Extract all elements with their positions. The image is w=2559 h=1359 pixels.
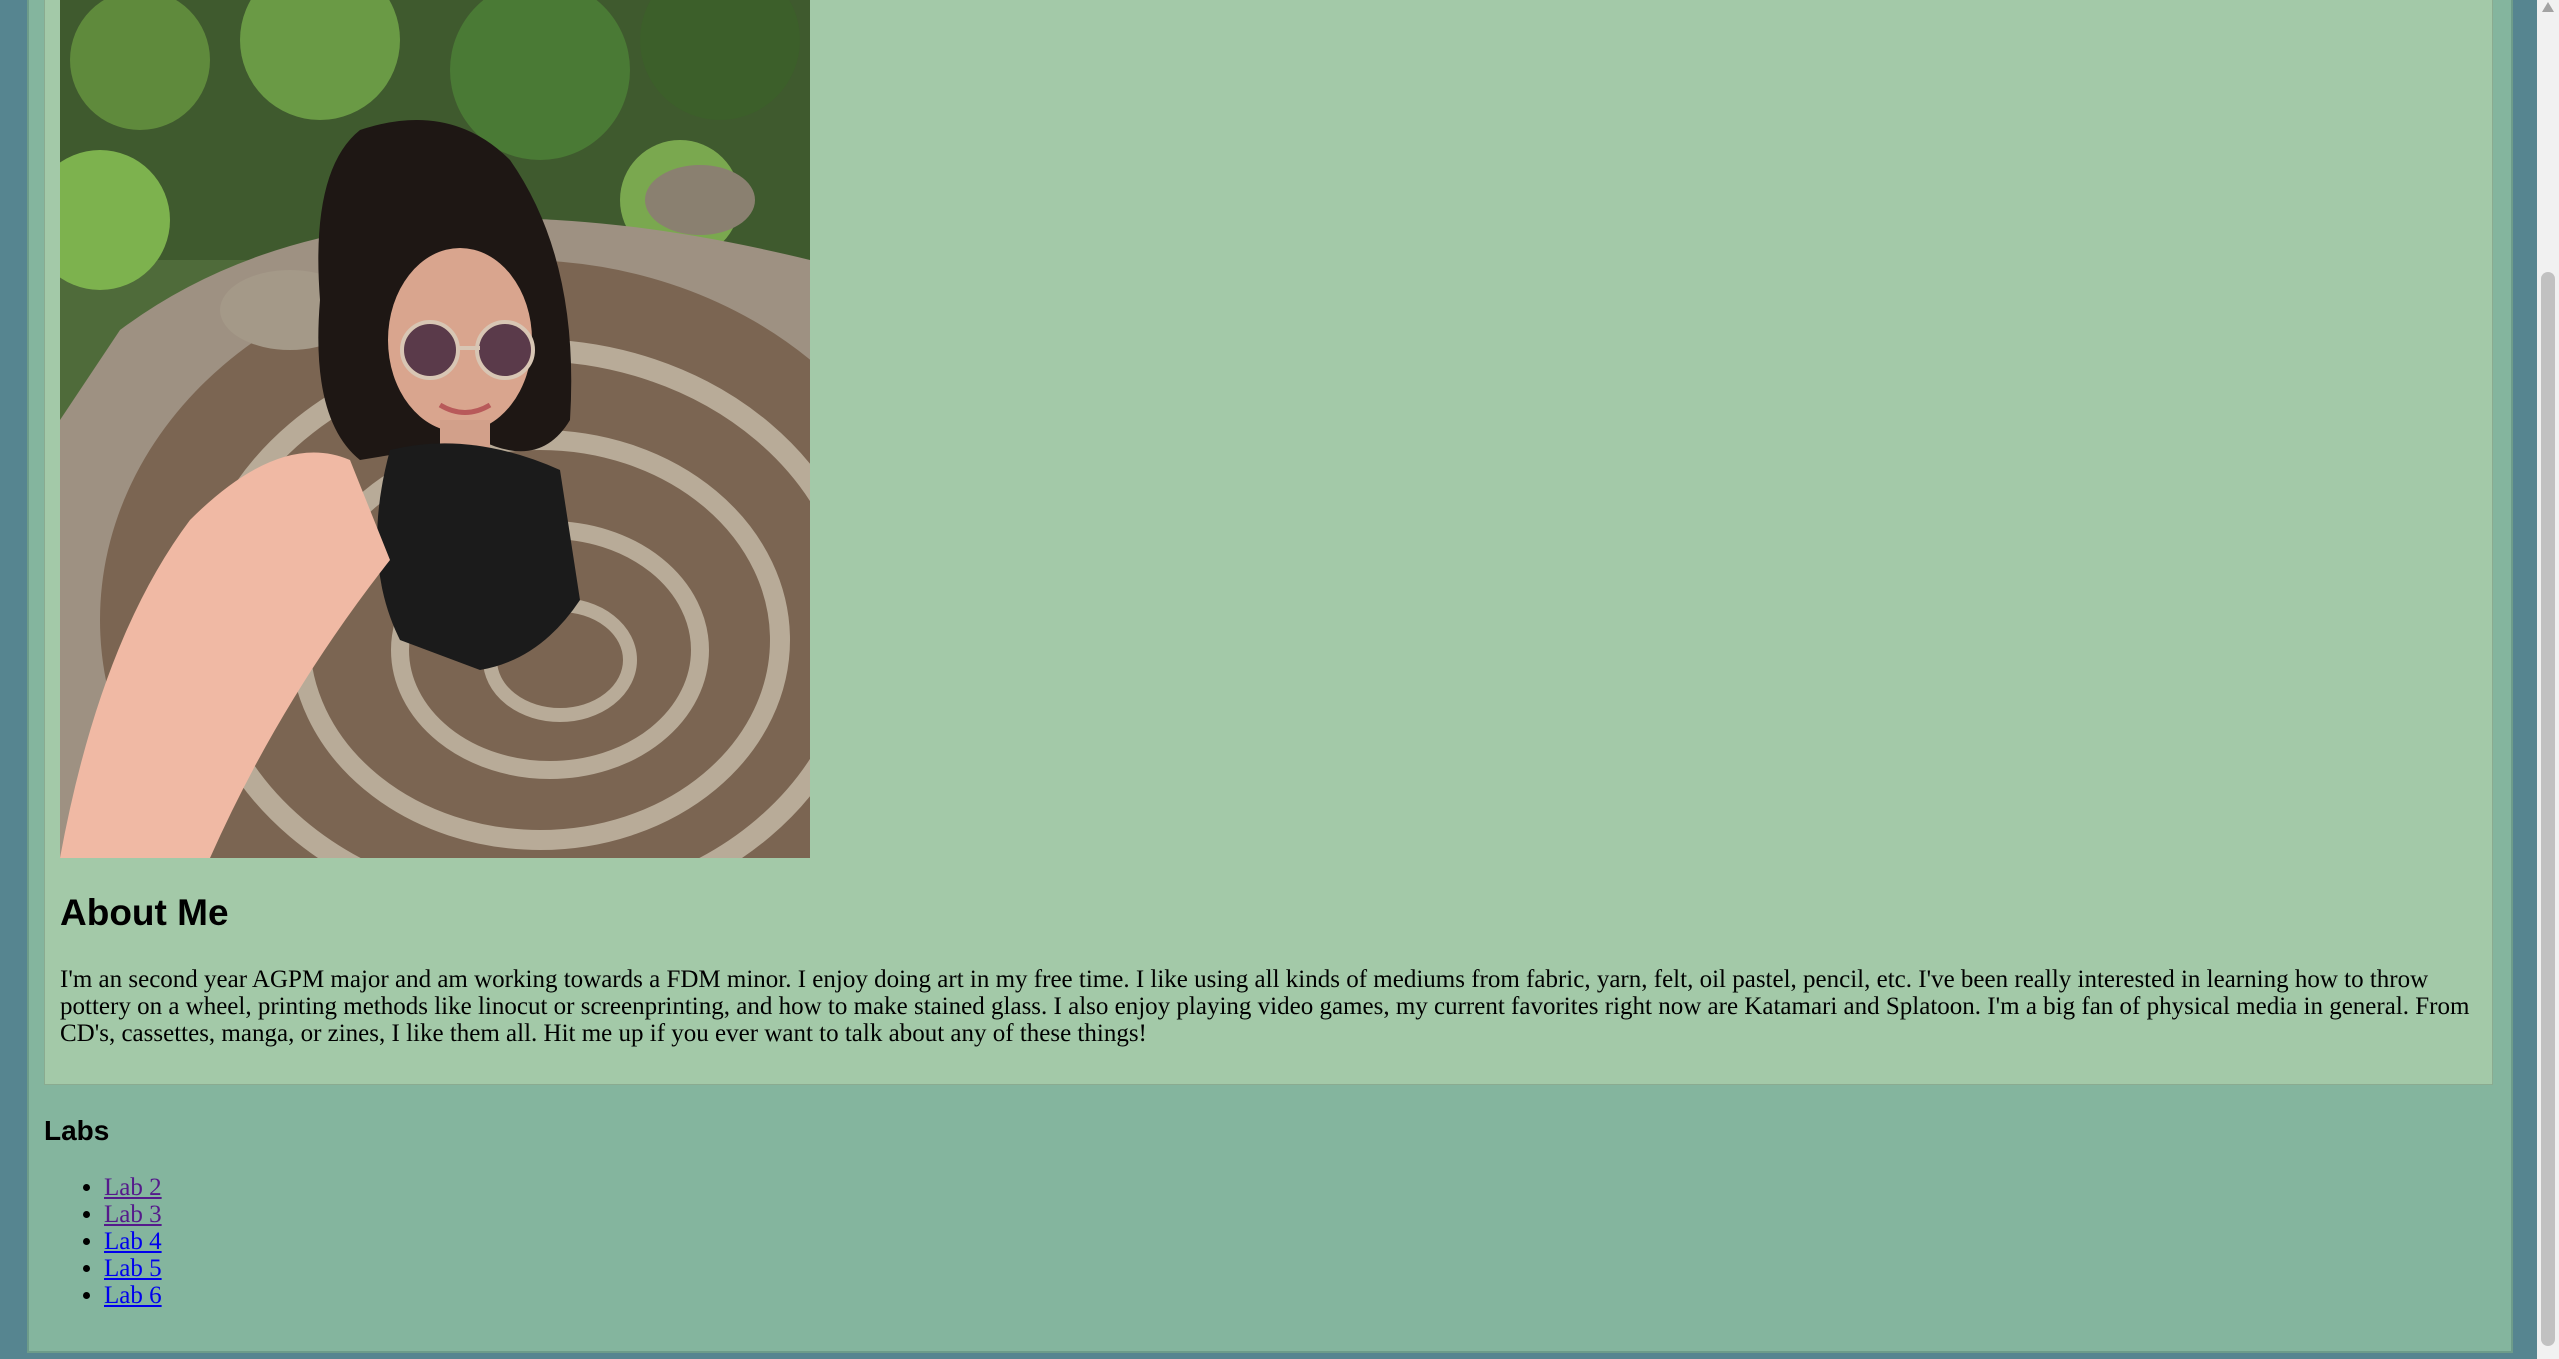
- page-wrapper: About Me I'm an second year AGPM major a…: [27, 0, 2513, 1353]
- lab-6-link[interactable]: Lab 6: [104, 1282, 162, 1309]
- lab-list-item: Lab 3: [104, 1201, 162, 1228]
- scrollbar-thumb[interactable]: [2541, 272, 2555, 1346]
- lab-list-item: Lab 2: [104, 1174, 162, 1201]
- about-paragraph: I'm an second year AGPM major and am wor…: [60, 966, 2470, 1047]
- profile-photo: [60, 0, 810, 858]
- scroll-up-arrow-icon[interactable]: [2542, 2, 2554, 12]
- labs-heading: Labs: [44, 1115, 110, 1146]
- lab-5-link[interactable]: Lab 5: [104, 1255, 162, 1282]
- vertical-scrollbar[interactable]: [2537, 0, 2559, 1359]
- about-heading: About Me: [60, 892, 229, 933]
- lab-3-link[interactable]: Lab 3: [104, 1201, 162, 1228]
- lab-4-link[interactable]: Lab 4: [104, 1228, 162, 1255]
- lab-list-item: Lab 4: [104, 1228, 162, 1255]
- labs-list: Lab 2 Lab 3 Lab 4 Lab 5 Lab 6: [44, 1174, 162, 1309]
- lab-list-item: Lab 6: [104, 1282, 162, 1309]
- lab-list-item: Lab 5: [104, 1255, 162, 1282]
- lab-2-link[interactable]: Lab 2: [104, 1174, 162, 1201]
- about-card: About Me I'm an second year AGPM major a…: [44, 0, 2493, 1085]
